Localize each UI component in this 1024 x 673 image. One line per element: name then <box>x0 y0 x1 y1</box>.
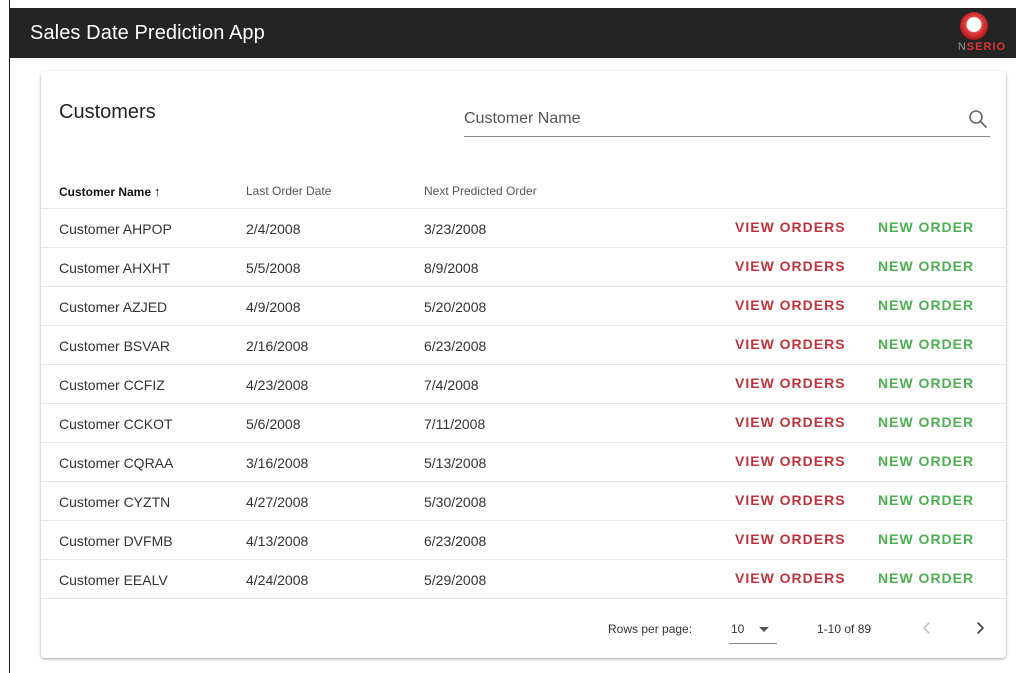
last-order-date-cell: 5/5/2008 <box>246 260 301 276</box>
last-order-date-cell: 2/16/2008 <box>246 338 309 354</box>
customer-name-cell: Customer CCKOT <box>59 416 173 432</box>
last-order-date-cell: 5/6/2008 <box>246 416 301 432</box>
next-predicted-order-cell: 6/23/2008 <box>424 533 487 549</box>
last-order-date-cell: 4/13/2008 <box>246 533 309 549</box>
last-order-date-cell: 4/23/2008 <box>246 377 309 393</box>
view-orders-button[interactable]: VIEW ORDERS <box>735 219 846 235</box>
customer-name-cell: Customer AZJED <box>59 299 168 315</box>
customer-name-cell: Customer AHXHT <box>59 260 171 276</box>
table-row: Customer EEALV 4/24/2008 5/29/2008 VIEW … <box>41 560 1006 599</box>
view-orders-button[interactable]: VIEW ORDERS <box>735 531 846 547</box>
next-predicted-order-cell: 8/9/2008 <box>424 260 479 276</box>
search-field <box>464 99 990 137</box>
last-order-date-cell: 2/4/2008 <box>246 221 301 237</box>
new-order-button[interactable]: NEW ORDER <box>878 531 974 547</box>
table-header: Customer Name ↑ Last Order Date Next Pred… <box>41 171 1006 209</box>
customer-name-cell: Customer AHPOP <box>59 221 172 237</box>
search-icon[interactable] <box>968 109 988 129</box>
customer-name-cell: Customer DVFMB <box>59 533 173 549</box>
new-order-button[interactable]: NEW ORDER <box>878 453 974 469</box>
caret-down-icon <box>759 627 769 632</box>
view-orders-button[interactable]: VIEW ORDERS <box>735 414 846 430</box>
view-orders-button[interactable]: VIEW ORDERS <box>735 297 846 313</box>
table-row: Customer CQRAA 3/16/2008 5/13/2008 VIEW … <box>41 443 1006 482</box>
next-predicted-order-cell: 3/23/2008 <box>424 221 487 237</box>
nserio-logo: NSERIO <box>948 10 1006 56</box>
logo-ball-icon <box>960 12 988 40</box>
next-predicted-order-cell: 7/11/2008 <box>424 416 486 432</box>
logo-text: NSERIO <box>957 41 1006 53</box>
new-order-button[interactable]: NEW ORDER <box>878 258 974 274</box>
column-header-customer-name[interactable]: Customer Name ↑ <box>59 184 161 199</box>
app-title: Sales Date Prediction App <box>30 21 265 44</box>
new-order-button[interactable]: NEW ORDER <box>878 297 974 313</box>
view-orders-button[interactable]: VIEW ORDERS <box>735 570 846 586</box>
customer-name-cell: Customer BSVAR <box>59 338 170 354</box>
last-order-date-cell: 4/27/2008 <box>246 494 309 510</box>
rows-per-page-value: 10 <box>731 622 745 636</box>
table-row: Customer BSVAR 2/16/2008 6/23/2008 VIEW … <box>41 326 1006 365</box>
table-row: Customer CYZTN 4/27/2008 5/30/2008 VIEW … <box>41 482 1006 521</box>
view-orders-button[interactable]: VIEW ORDERS <box>735 453 846 469</box>
arrow-up-icon: ↑ <box>154 184 161 199</box>
customers-card: Customers Customer Name↑ Last Order Date… <box>41 71 1006 658</box>
table-row: Customer CCKOT 5/6/2008 7/11/2008 VIEW O… <box>41 404 1006 443</box>
next-predicted-order-cell: 5/13/2008 <box>424 455 487 471</box>
app-bar: Sales Date Prediction App NSERIO <box>10 8 1016 58</box>
customer-name-cell: Customer CYZTN <box>59 494 171 510</box>
new-order-button[interactable]: NEW ORDER <box>878 219 974 235</box>
view-orders-button[interactable]: VIEW ORDERS <box>735 258 846 274</box>
view-orders-button[interactable]: VIEW ORDERS <box>735 492 846 508</box>
next-predicted-order-cell: 5/30/2008 <box>424 494 487 510</box>
rows-per-page-label: Rows per page: <box>608 622 693 636</box>
last-order-date-cell: 3/16/2008 <box>246 455 309 471</box>
chevron-right-icon[interactable] <box>970 618 990 638</box>
customer-name-cell: Customer CCFIZ <box>59 377 165 393</box>
table-row: Customer CCFIZ 4/23/2008 7/4/2008 VIEW O… <box>41 365 1006 404</box>
chevron-left-icon[interactable] <box>917 618 937 638</box>
table-pagination: Rows per page: 10 1-10 of 89 <box>41 599 1006 658</box>
table-row: Customer AHPOP 2/4/2008 3/23/2008 VIEW O… <box>41 209 1006 248</box>
view-orders-button[interactable]: VIEW ORDERS <box>735 336 846 352</box>
search-input[interactable] <box>464 105 944 133</box>
last-order-date-cell: 4/24/2008 <box>246 572 309 588</box>
table-row: Customer DVFMB 4/13/2008 6/23/2008 VIEW … <box>41 521 1006 560</box>
new-order-button[interactable]: NEW ORDER <box>878 570 974 586</box>
pagination-range: 1-10 of 89 <box>817 622 872 636</box>
table-row: Customer AZJED 4/9/2008 5/20/2008 VIEW O… <box>41 287 1006 326</box>
new-order-button[interactable]: NEW ORDER <box>878 375 974 391</box>
new-order-button[interactable]: NEW ORDER <box>878 414 974 430</box>
view-orders-button[interactable]: VIEW ORDERS <box>735 375 846 391</box>
customer-name-cell: Customer EEALV <box>59 572 168 588</box>
new-order-button[interactable]: NEW ORDER <box>878 492 974 508</box>
page-title: Customers <box>59 101 156 123</box>
next-predicted-order-cell: 7/4/2008 <box>424 377 479 393</box>
table-row: Customer AHXHT 5/5/2008 8/9/2008 VIEW OR… <box>41 248 1006 287</box>
last-order-date-cell: 4/9/2008 <box>246 299 301 315</box>
new-order-button[interactable]: NEW ORDER <box>878 336 974 352</box>
next-predicted-order-cell: 5/29/2008 <box>424 572 487 588</box>
customer-name-cell: Customer CQRAA <box>59 455 174 471</box>
column-header-next-predicted-order[interactable]: Next Predicted Order <box>424 184 537 198</box>
column-header-last-order-date[interactable]: Last Order Date <box>246 184 331 198</box>
rows-per-page-select[interactable]: 10 <box>729 614 777 644</box>
next-predicted-order-cell: 6/23/2008 <box>424 338 487 354</box>
next-predicted-order-cell: 5/20/2008 <box>424 299 487 315</box>
window-left-border <box>9 0 10 673</box>
